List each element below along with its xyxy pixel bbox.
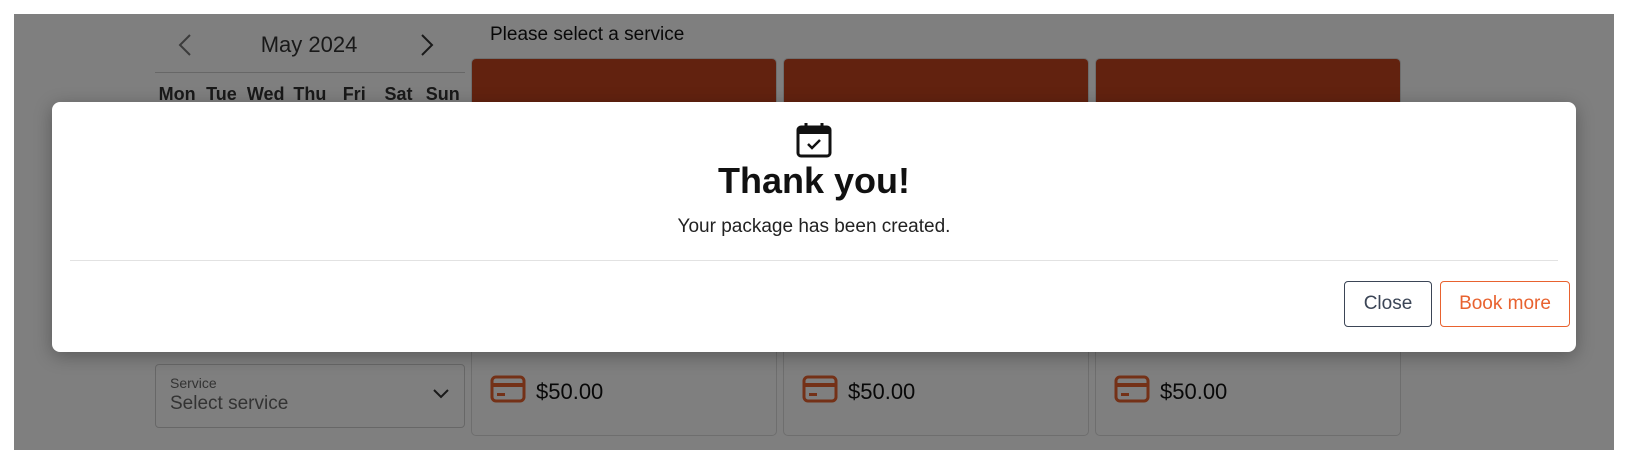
modal-title: Thank you! xyxy=(717,160,910,201)
app-frame: May 2024 Mon Tue Wed Thu Fri Sat Sun Ple… xyxy=(14,14,1614,450)
calendar-check-icon xyxy=(796,122,832,163)
confirmation-modal: Thank you! Your package has been created… xyxy=(52,102,1576,352)
book-more-button[interactable]: Book more xyxy=(1440,281,1570,327)
modal-message: Your package has been created. xyxy=(677,216,951,237)
modal-divider xyxy=(70,260,1558,261)
close-button[interactable]: Close xyxy=(1344,281,1432,327)
